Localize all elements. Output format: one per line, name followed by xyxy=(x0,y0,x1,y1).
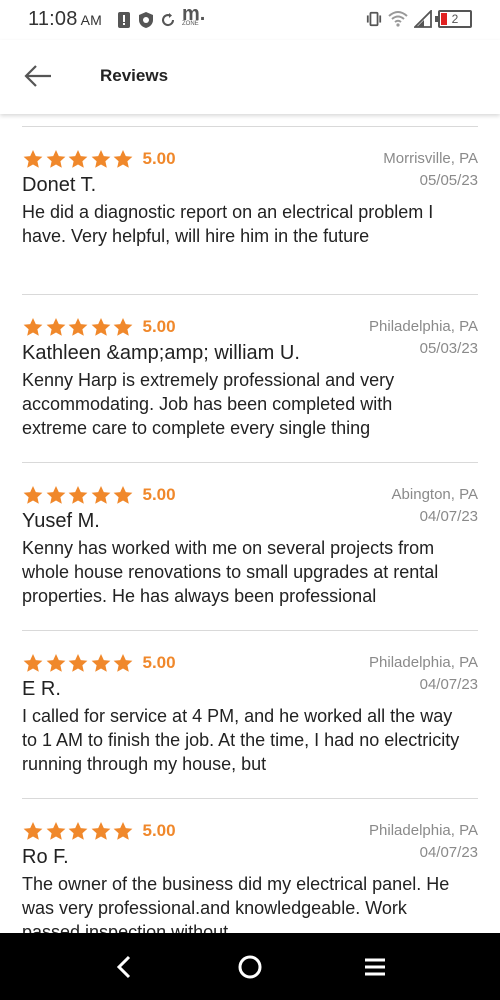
review-location: Philadelphia, PA xyxy=(369,654,478,671)
status-time: 11:08 AM xyxy=(28,8,102,31)
star-rating: 5.00 xyxy=(22,148,176,170)
star-icon xyxy=(46,318,65,336)
system-nav-bar xyxy=(0,933,500,1000)
rating-value: 5.00 xyxy=(142,149,176,168)
vibrate-icon xyxy=(366,11,382,27)
wifi-icon xyxy=(388,11,408,27)
arrow-left-icon[interactable] xyxy=(22,62,54,90)
star-icon xyxy=(46,654,65,672)
star-icon xyxy=(113,654,133,672)
clock-ampm: AM xyxy=(80,12,102,28)
sync-icon xyxy=(162,12,175,26)
star-icon xyxy=(46,486,65,504)
review-text: He did a diagnostic report on an electri… xyxy=(22,202,434,246)
star-icon xyxy=(68,654,88,672)
star-icon xyxy=(91,486,110,504)
star-icon xyxy=(23,654,43,672)
reviews-list[interactable]: 5.00 Morrisville, PA 05/05/23 Donet T. H… xyxy=(0,114,500,933)
star-icon xyxy=(23,150,43,168)
rating-value: 5.00 xyxy=(142,485,176,504)
reviewer-name: Yusef M. xyxy=(22,510,100,532)
star-icon xyxy=(68,486,88,504)
star-icon xyxy=(23,318,43,336)
star-icon xyxy=(23,486,43,504)
mzone-logo: m. ZONE xyxy=(182,3,206,27)
review-text: Kenny has worked with me on several proj… xyxy=(22,538,439,606)
rating-value: 5.00 xyxy=(142,317,176,336)
review-location: Philadelphia, PA xyxy=(369,318,478,335)
star-icon xyxy=(68,150,88,168)
notification-icon xyxy=(118,11,130,28)
review-location: Morrisville, PA xyxy=(383,150,478,167)
review-date: 05/03/23 xyxy=(419,340,478,357)
star-icon xyxy=(46,150,65,168)
app-header: Reviews xyxy=(0,40,500,114)
reviewer-name: Donet T. xyxy=(22,174,97,196)
review-date: 04/07/23 xyxy=(419,844,478,861)
review-card[interactable]: 5.00 Morrisville, PA 05/05/23 Donet T. H… xyxy=(22,126,478,294)
reviewer-name: Ro F. xyxy=(22,846,69,868)
status-icons-right: 2 xyxy=(366,10,472,28)
clock-time: 11:08 xyxy=(28,8,78,30)
star-icon xyxy=(91,150,110,168)
star-icon xyxy=(68,318,88,336)
star-icon xyxy=(91,318,110,336)
star-icon xyxy=(91,654,110,672)
star-rating: 5.00 xyxy=(22,652,176,674)
review-card[interactable]: 5.00 Philadelphia, PA 05/03/23 Kathleen … xyxy=(22,294,478,462)
reviewer-name: Kathleen &amp;amp; william U. xyxy=(22,342,300,364)
star-rating: 5.00 xyxy=(22,316,176,338)
review-card[interactable]: 5.00 Abington, PA 04/07/23 Yusef M. Kenn… xyxy=(22,462,478,630)
star-icon xyxy=(113,150,133,168)
review-date: 04/07/23 xyxy=(419,676,478,693)
rating-value: 5.00 xyxy=(142,653,176,672)
battery-icon: 2 xyxy=(435,10,472,28)
star-icon xyxy=(113,822,133,840)
star-icon xyxy=(91,822,110,840)
home-nav-icon[interactable] xyxy=(234,951,266,983)
rating-value: 5.00 xyxy=(142,821,176,840)
star-icon xyxy=(46,822,65,840)
review-text: Kenny Harp is extremely professional and… xyxy=(22,370,395,438)
status-icons-left: m. ZONE xyxy=(116,3,206,30)
review-location: Abington, PA xyxy=(391,486,478,503)
signal-icon xyxy=(414,10,432,28)
review-card[interactable]: 5.00 Philadelphia, PA 04/07/23 Ro F. The… xyxy=(22,798,478,933)
page-title: Reviews xyxy=(100,66,169,85)
review-date: 05/05/23 xyxy=(419,172,478,189)
reviewer-name: E R. xyxy=(22,678,61,700)
star-icon xyxy=(113,318,133,336)
star-icon xyxy=(23,822,43,840)
star-rating: 5.00 xyxy=(22,820,176,842)
star-icon xyxy=(68,822,88,840)
shield-icon xyxy=(139,11,153,28)
review-date: 04/07/23 xyxy=(419,508,478,525)
star-icon xyxy=(113,486,133,504)
star-rating: 5.00 xyxy=(22,484,176,506)
back-nav-icon[interactable] xyxy=(109,951,141,983)
review-location: Philadelphia, PA xyxy=(369,822,478,839)
menu-nav-icon[interactable] xyxy=(359,951,391,983)
review-card[interactable]: 5.00 Philadelphia, PA 04/07/23 E R. I ca… xyxy=(22,630,478,798)
review-text: The owner of the business did my electri… xyxy=(22,874,450,933)
status-bar: 11:08 AM m. ZONE 2 xyxy=(0,0,500,40)
review-text: I called for service at 4 PM, and he wor… xyxy=(22,706,460,774)
